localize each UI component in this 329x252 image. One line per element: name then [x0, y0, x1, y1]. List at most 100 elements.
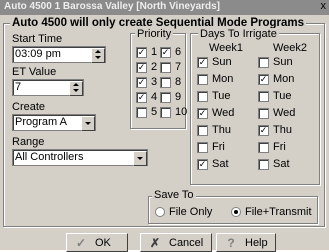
checkbox-label: Mon — [273, 73, 295, 85]
checkbox[interactable] — [197, 107, 208, 119]
checkbox-label: 5 — [151, 106, 158, 118]
radio-file-transmit[interactable]: File+Transmit — [231, 206, 312, 218]
week1-tue-checkbox[interactable]: Tue — [197, 90, 231, 102]
checkbox[interactable] — [136, 46, 147, 58]
priority-9-checkbox[interactable]: 9 — [160, 91, 181, 103]
range-select[interactable]: All Controllers — [12, 149, 148, 166]
checkbox[interactable] — [258, 107, 269, 119]
priority-10-checkbox[interactable]: 10 — [160, 106, 187, 118]
priority-5-checkbox[interactable]: 5 — [136, 106, 157, 118]
checkbox-label: 9 — [175, 91, 182, 103]
checkbox[interactable] — [197, 141, 208, 153]
checkbox[interactable] — [197, 56, 208, 68]
create-select[interactable]: Program A — [12, 114, 96, 131]
checkbox-label: Thu — [273, 124, 292, 136]
priority-6-checkbox[interactable]: 6 — [160, 46, 181, 58]
week2-thu-checkbox[interactable]: Thu — [258, 124, 292, 136]
checkbox[interactable] — [258, 73, 269, 85]
checkbox-label: 6 — [175, 46, 182, 58]
week1-fri-checkbox[interactable]: Fri — [197, 141, 225, 153]
priority-7-checkbox[interactable]: 7 — [160, 61, 181, 73]
checkbox[interactable] — [258, 141, 269, 153]
week1-thu-checkbox[interactable]: Thu — [197, 124, 231, 136]
checkbox[interactable] — [136, 106, 147, 118]
spin-up-icon[interactable] — [73, 83, 79, 86]
radio-label: File Only — [169, 206, 213, 218]
question-icon: ? — [227, 235, 235, 250]
start-time-input[interactable]: 03:09 pm — [12, 46, 106, 63]
et-value-input[interactable]: 7 — [12, 79, 84, 96]
radio-file-only[interactable]: File Only — [155, 206, 212, 218]
checkbox[interactable] — [197, 124, 208, 136]
priority-8-checkbox[interactable]: 8 — [160, 76, 181, 88]
spin-down-icon[interactable] — [73, 89, 79, 92]
x-icon: ✗ — [149, 235, 161, 250]
checkbox[interactable] — [258, 158, 269, 170]
checkbox[interactable] — [136, 76, 147, 88]
checkbox[interactable] — [258, 56, 269, 68]
spin-down-icon[interactable] — [95, 56, 101, 59]
checkbox-label: Sun — [273, 56, 293, 68]
ok-button[interactable]: ✓ OK — [66, 233, 128, 252]
cancel-label: Cancel — [169, 236, 204, 249]
dialog-window: Auto 4500 1 Barossa Valley [North Vineya… — [0, 0, 329, 252]
close-icon[interactable]: x — [321, 0, 327, 12]
checkbox[interactable] — [136, 91, 147, 103]
checkbox[interactable] — [258, 124, 269, 136]
range-label: Range — [12, 136, 45, 148]
range-value: All Controllers — [15, 151, 84, 163]
et-value-label: ET Value — [12, 66, 57, 78]
week1-mon-checkbox[interactable]: Mon — [197, 73, 233, 85]
checkbox[interactable] — [160, 106, 171, 118]
week2-tue-checkbox[interactable]: Tue — [258, 90, 292, 102]
priority-1-checkbox[interactable]: 1 — [136, 46, 157, 58]
checkbox-label: Thu — [212, 124, 231, 136]
week1-sun-checkbox[interactable]: Sun — [197, 56, 232, 68]
checkbox[interactable] — [160, 91, 171, 103]
priority-3-checkbox[interactable]: 3 — [136, 76, 157, 88]
radio-dot[interactable] — [231, 207, 241, 217]
checkbox-label: Wed — [273, 107, 296, 119]
checkbox-label: Fri — [212, 141, 225, 153]
checkbox-label: 4 — [151, 91, 158, 103]
checkbox[interactable] — [197, 73, 208, 85]
radio-label: File+Transmit — [245, 206, 312, 218]
week2-sun-checkbox[interactable]: Sun — [258, 56, 293, 68]
checkbox-label: Sat — [212, 158, 229, 170]
radio-dot[interactable] — [155, 207, 165, 217]
et-value-value: 7 — [15, 81, 22, 93]
priority-2-checkbox[interactable]: 2 — [136, 61, 157, 73]
checkbox[interactable] — [258, 90, 269, 102]
checkbox[interactable] — [197, 158, 208, 170]
checkbox-label: Tue — [273, 90, 292, 102]
create-label: Create — [12, 101, 46, 113]
check-icon: ✓ — [75, 235, 87, 250]
checkbox[interactable] — [197, 90, 208, 102]
week1-sat-checkbox[interactable]: Sat — [197, 158, 229, 170]
chevron-down-icon[interactable] — [133, 151, 147, 166]
start-time-spinner[interactable] — [91, 48, 105, 63]
start-time-label: Start Time — [12, 33, 63, 45]
priority-4-checkbox[interactable]: 4 — [136, 91, 157, 103]
week2-label: Week2 — [273, 42, 308, 54]
week2-mon-checkbox[interactable]: Mon — [258, 73, 294, 85]
help-button[interactable]: ? Help — [216, 233, 276, 252]
ok-label: OK — [95, 236, 111, 249]
week2-fri-checkbox[interactable]: Fri — [258, 141, 286, 153]
et-value-spinner[interactable] — [69, 81, 83, 96]
start-time-value: 03:09 pm — [15, 48, 61, 60]
chevron-down-icon[interactable] — [81, 116, 95, 131]
checkbox-label: Wed — [212, 107, 235, 119]
checkbox[interactable] — [160, 61, 171, 73]
title-bar[interactable]: Auto 4500 1 Barossa Valley [North Vineya… — [0, 0, 329, 15]
week1-wed-checkbox[interactable]: Wed — [197, 107, 234, 119]
cancel-button[interactable]: ✗ Cancel — [140, 233, 212, 252]
checkbox-label: 8 — [175, 76, 182, 88]
checkbox[interactable] — [160, 46, 171, 58]
checkbox-label: Fri — [273, 141, 286, 153]
week2-sat-checkbox[interactable]: Sat — [258, 158, 290, 170]
week2-wed-checkbox[interactable]: Wed — [258, 107, 295, 119]
checkbox[interactable] — [136, 61, 147, 73]
checkbox[interactable] — [160, 76, 171, 88]
spin-up-icon[interactable] — [95, 50, 101, 53]
